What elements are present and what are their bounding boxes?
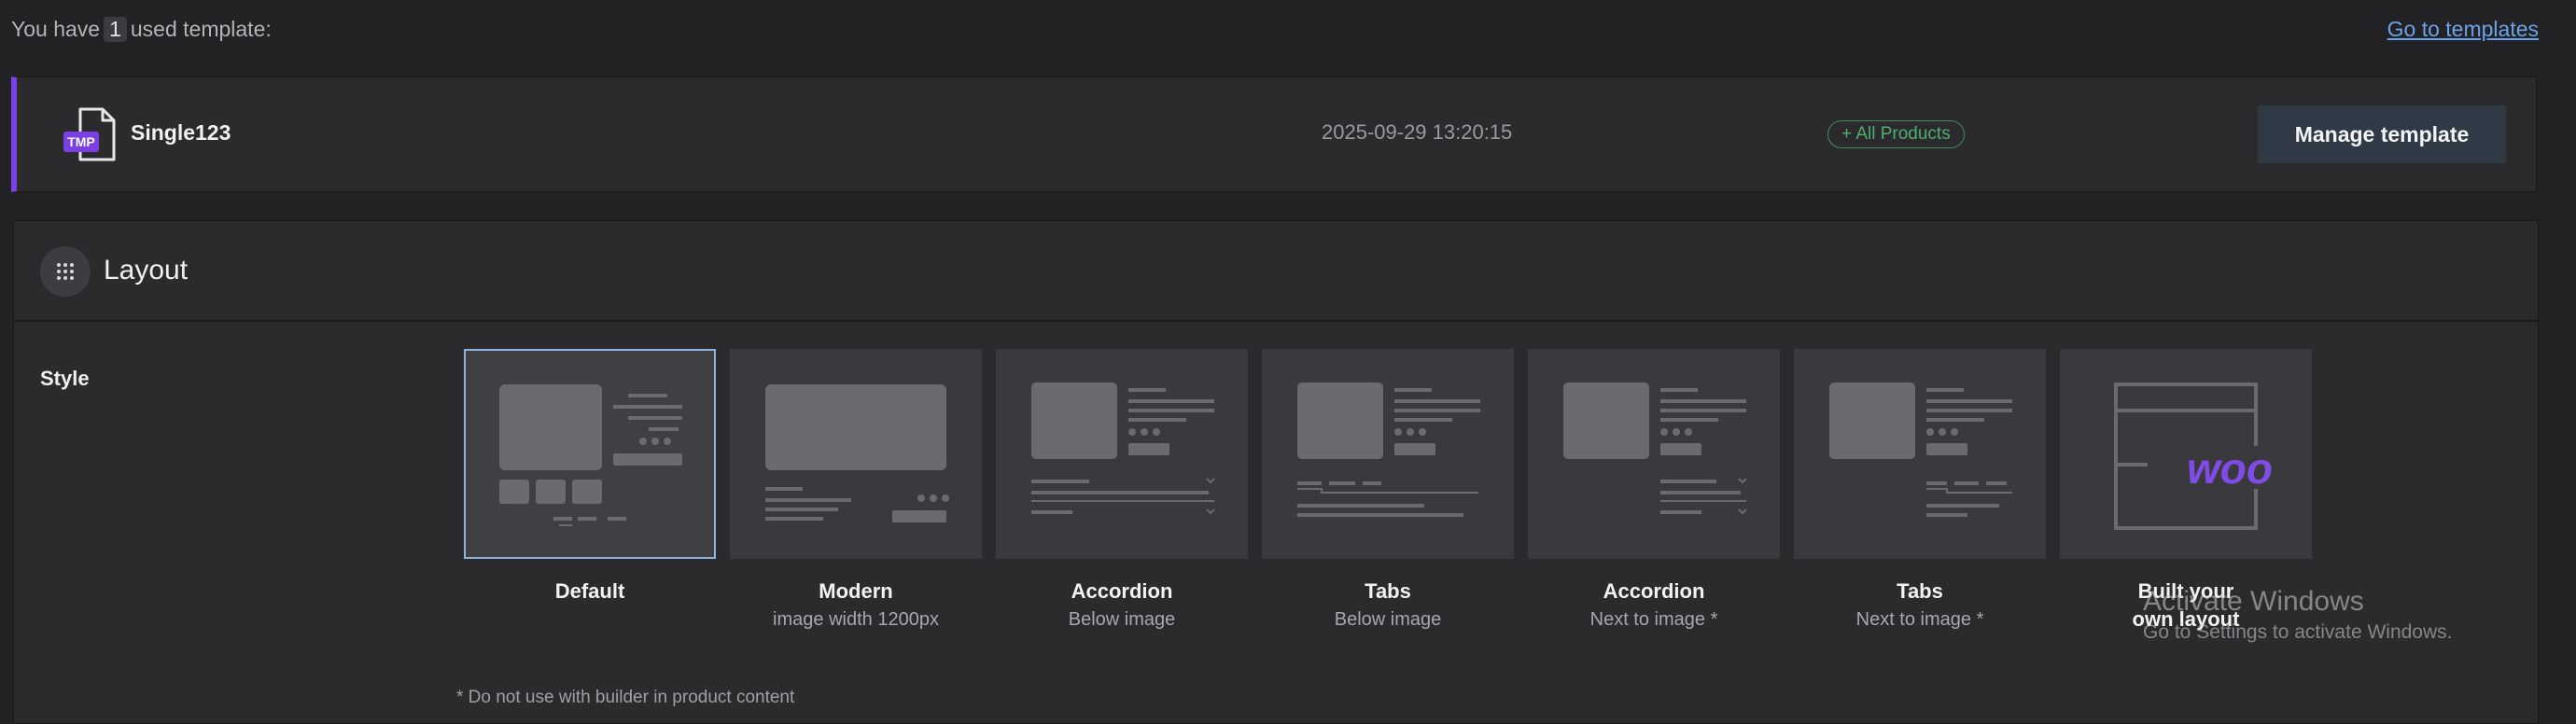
summary-suffix: used template: <box>130 17 272 41</box>
layout-title-tabs-next: Tabs <box>1897 579 1943 603</box>
used-template-summary: You have 1 used template: <box>11 17 272 42</box>
layout-panel-header: Layout <box>14 221 2538 322</box>
accordion-below-layout-icon <box>1031 383 1215 515</box>
layout-option-tabs-below[interactable]: Tabs Below image <box>1262 349 1514 631</box>
condition-badge: + All Products <box>1827 120 1965 148</box>
modern-layout-icon <box>765 384 949 522</box>
layout-thumbnail-accordion-below <box>996 349 1248 559</box>
layout-option-custom[interactable]: woo Built your own layout <box>2060 349 2312 634</box>
template-name: Single123 <box>131 120 231 145</box>
template-row: TMP Single123 2025-09-29 13:20:15 + All … <box>11 77 2537 192</box>
layout-thumbnail-default <box>464 349 716 559</box>
layout-title-accordion-below: Accordion <box>1071 579 1173 603</box>
layout-thumbnail-custom: woo <box>2060 349 2312 559</box>
style-label: Style <box>40 367 90 390</box>
layout-thumbnail-modern <box>730 349 982 559</box>
layout-panel: Layout Style Default Modern image width … <box>13 220 2539 724</box>
layout-title-accordion-next: Accordion <box>1603 579 1705 603</box>
layout-title: Layout <box>104 255 189 285</box>
accordion-next-layout-icon <box>1563 383 1747 515</box>
layout-thumbnail-tabs-next <box>1794 349 2046 559</box>
manage-template-button[interactable]: Manage template <box>2258 105 2506 163</box>
layout-subtitle-tabs-below: Below image <box>1334 609 1442 630</box>
layout-title-tabs-below: Tabs <box>1365 579 1411 603</box>
layout-thumbnail-tabs-below <box>1262 349 1514 559</box>
layout-subtitle-modern: image width 1200px <box>773 609 939 630</box>
layout-thumbnail-accordion-next <box>1528 349 1780 559</box>
layout-title-modern: Modern <box>819 579 893 603</box>
layout-subtitle-accordion-next: Next to image * <box>1589 609 1718 630</box>
layout-option-accordion-next[interactable]: Accordion Next to image * <box>1528 349 1780 631</box>
layout-title-custom: Built your own layout <box>2132 579 2240 631</box>
woo-builder-icon: woo <box>2114 383 2284 530</box>
tabs-below-layout-icon <box>1297 383 1480 517</box>
tabs-next-layout-icon <box>1829 383 2012 517</box>
footnote: * Do not use with builder in product con… <box>456 688 795 707</box>
go-to-templates-link[interactable]: Go to templates <box>2387 17 2539 42</box>
default-layout-icon <box>499 384 682 526</box>
layout-subtitle-tabs-next: Next to image * <box>1855 609 1984 630</box>
woo-logo: woo <box>2187 444 2273 493</box>
layout-title-default: Default <box>554 579 625 603</box>
summary-prefix: You have <box>11 17 101 41</box>
template-date: 2025-09-29 13:20:15 <box>1322 120 1513 144</box>
layout-option-tabs-next[interactable]: Tabs Next to image * <box>1794 349 2046 631</box>
template-icon-label: TMP <box>67 134 95 149</box>
template-file-icon: TMP <box>62 107 121 163</box>
template-count: 1 <box>104 17 127 42</box>
layout-option-accordion-below[interactable]: Accordion Below image <box>996 349 1248 631</box>
layout-subtitle-accordion-below: Below image <box>1068 609 1176 630</box>
layout-option-modern[interactable]: Modern image width 1200px <box>730 349 982 631</box>
layout-option-default[interactable]: Default <box>464 349 716 606</box>
grid-dots-icon <box>40 246 91 297</box>
